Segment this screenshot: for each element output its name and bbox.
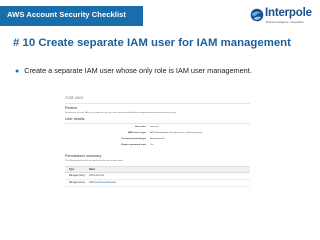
user-details-heading: User details xyxy=(65,117,85,121)
table-header: Type Name xyxy=(65,166,250,173)
aws-console-screenshot: Add user Review Review your choices. Aft… xyxy=(65,93,250,201)
column-header-name: Name xyxy=(89,169,96,171)
header-title: AWS Account Security Checklist xyxy=(7,10,126,19)
detail-label: AWS access type xyxy=(128,132,146,134)
slide-header: AWS Account Security Checklist Interpole… xyxy=(0,0,320,40)
detail-value: Yes xyxy=(150,144,154,146)
detail-label: Require password reset xyxy=(121,144,146,146)
interpole-logo: Interpole Business Intelligence - Interp… xyxy=(250,6,316,32)
detail-value: iam-user xyxy=(150,126,159,128)
detail-value: AWS Management Console access - with a p… xyxy=(150,132,202,134)
table-row: Managed policy IAMFullAccess xyxy=(65,173,250,180)
bullet-text: Create a separate IAM user whose only ro… xyxy=(24,66,252,75)
slide-title: # 10 Create separate IAM user for IAM ma… xyxy=(13,37,291,49)
detail-value: Autogenerated xyxy=(150,138,165,140)
bullet-item: ● Create a separate IAM user whose only r… xyxy=(15,66,252,75)
permissions-heading: Permissions summary xyxy=(65,154,102,158)
console-page-title: Add user xyxy=(65,95,84,100)
divider xyxy=(65,103,250,104)
globe-icon xyxy=(250,8,264,22)
column-header-type: Type xyxy=(69,169,75,171)
review-description: Review your choices. After you create th… xyxy=(65,112,177,114)
logo-tagline: Business Intelligence - Interpolation xyxy=(266,21,304,24)
table-row: Managed policy IAMUserChangePassword xyxy=(65,180,250,187)
detail-label: Console password type xyxy=(121,138,146,140)
policy-name-link[interactable]: IAMUserChangePassword xyxy=(89,182,116,184)
detail-label: User name xyxy=(134,126,146,128)
divider xyxy=(65,123,250,124)
policy-type: Managed policy xyxy=(69,175,86,177)
policy-type: Managed policy xyxy=(69,182,86,184)
policy-name-link[interactable]: IAMFullAccess xyxy=(89,175,104,177)
review-heading: Review xyxy=(65,106,78,110)
bullet-icon: ● xyxy=(15,68,20,75)
permissions-description: The following policies will be attached … xyxy=(65,160,124,162)
logo-name: Interpole xyxy=(265,7,312,19)
